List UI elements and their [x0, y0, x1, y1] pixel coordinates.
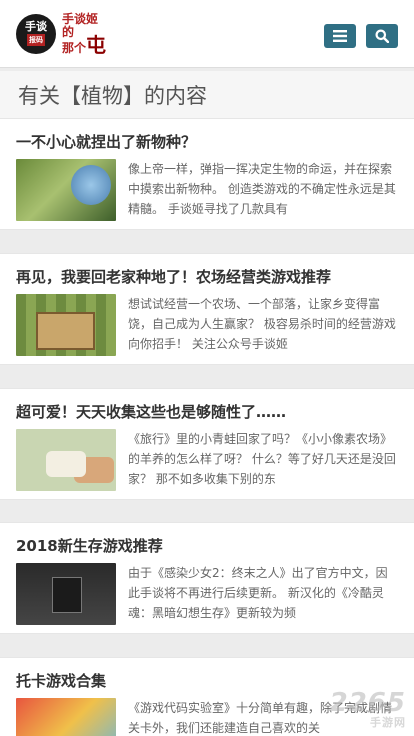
site-watermark: 2265 手游网 [330, 688, 406, 730]
article-thumbnail[interactable] [16, 159, 116, 221]
article-title[interactable]: 超可爱！天天收集这些也是够随性了…… [16, 401, 398, 423]
logo-seal-main: 手谈 [25, 20, 47, 33]
site-logo[interactable]: 手谈 报码 手谈姬 的 那个屯 [16, 12, 107, 57]
article-card[interactable]: 超可爱！天天收集这些也是够随性了…… 《旅行》里的小青蛙回家了吗？《小小像素农场… [0, 388, 414, 500]
page-title: 有关【植物】的内容 [0, 71, 414, 119]
logo-big-char: 屯 [86, 32, 107, 57]
menu-icon [333, 30, 347, 42]
article-excerpt: 由于《感染少女2：终末之人》出了官方中文，因此手谈将不再进行后续更新。 新汉化的… [128, 566, 388, 620]
article-card[interactable]: 一不小心就捏出了新物种？ 像上帝一样，弹指一挥决定生物的命运，并在探索中摸索出新… [0, 118, 414, 230]
logo-seal: 手谈 报码 [16, 13, 56, 54]
logo-text: 手谈姬 的 那个屯 [62, 12, 107, 57]
article-thumbnail[interactable] [16, 294, 116, 356]
article-excerpt: 《旅行》里的小青蛙回家了吗？《小小像素农场》的羊养的怎么样了呀？ 什么？等了好几… [128, 432, 396, 486]
article-title[interactable]: 2018新生存游戏推荐 [16, 535, 398, 557]
article-excerpt: 想试试经营一个农场、一个部落，让家乡变得富饶，自己成为人生赢家？ 极容易杀时间的… [128, 297, 396, 351]
search-button[interactable] [366, 24, 398, 48]
menu-button[interactable] [324, 24, 356, 48]
logo-line2: 的 [62, 24, 75, 39]
logo-line3: 那个 [62, 40, 87, 55]
search-icon [375, 29, 389, 43]
article-thumbnail[interactable] [16, 698, 116, 736]
article-card[interactable]: 再见，我要回老家种地了！农场经营类游戏推荐 想试试经营一个农场、一个部落，让家乡… [0, 253, 414, 365]
article-excerpt: 像上帝一样，弹指一挥决定生物的命运，并在探索中摸索出新物种。 创造类游戏的不确定… [128, 162, 396, 216]
article-card[interactable]: 2018新生存游戏推荐 由于《感染少女2：终末之人》出了官方中文，因此手谈将不再… [0, 522, 414, 634]
article-thumbnail[interactable] [16, 429, 116, 491]
article-title[interactable]: 再见，我要回老家种地了！农场经营类游戏推荐 [16, 266, 398, 288]
logo-seal-sub: 报码 [27, 34, 45, 46]
site-header: 手谈 报码 手谈姬 的 那个屯 [0, 0, 414, 68]
article-title[interactable]: 一不小心就捏出了新物种？ [16, 131, 398, 153]
article-thumbnail[interactable] [16, 563, 116, 625]
